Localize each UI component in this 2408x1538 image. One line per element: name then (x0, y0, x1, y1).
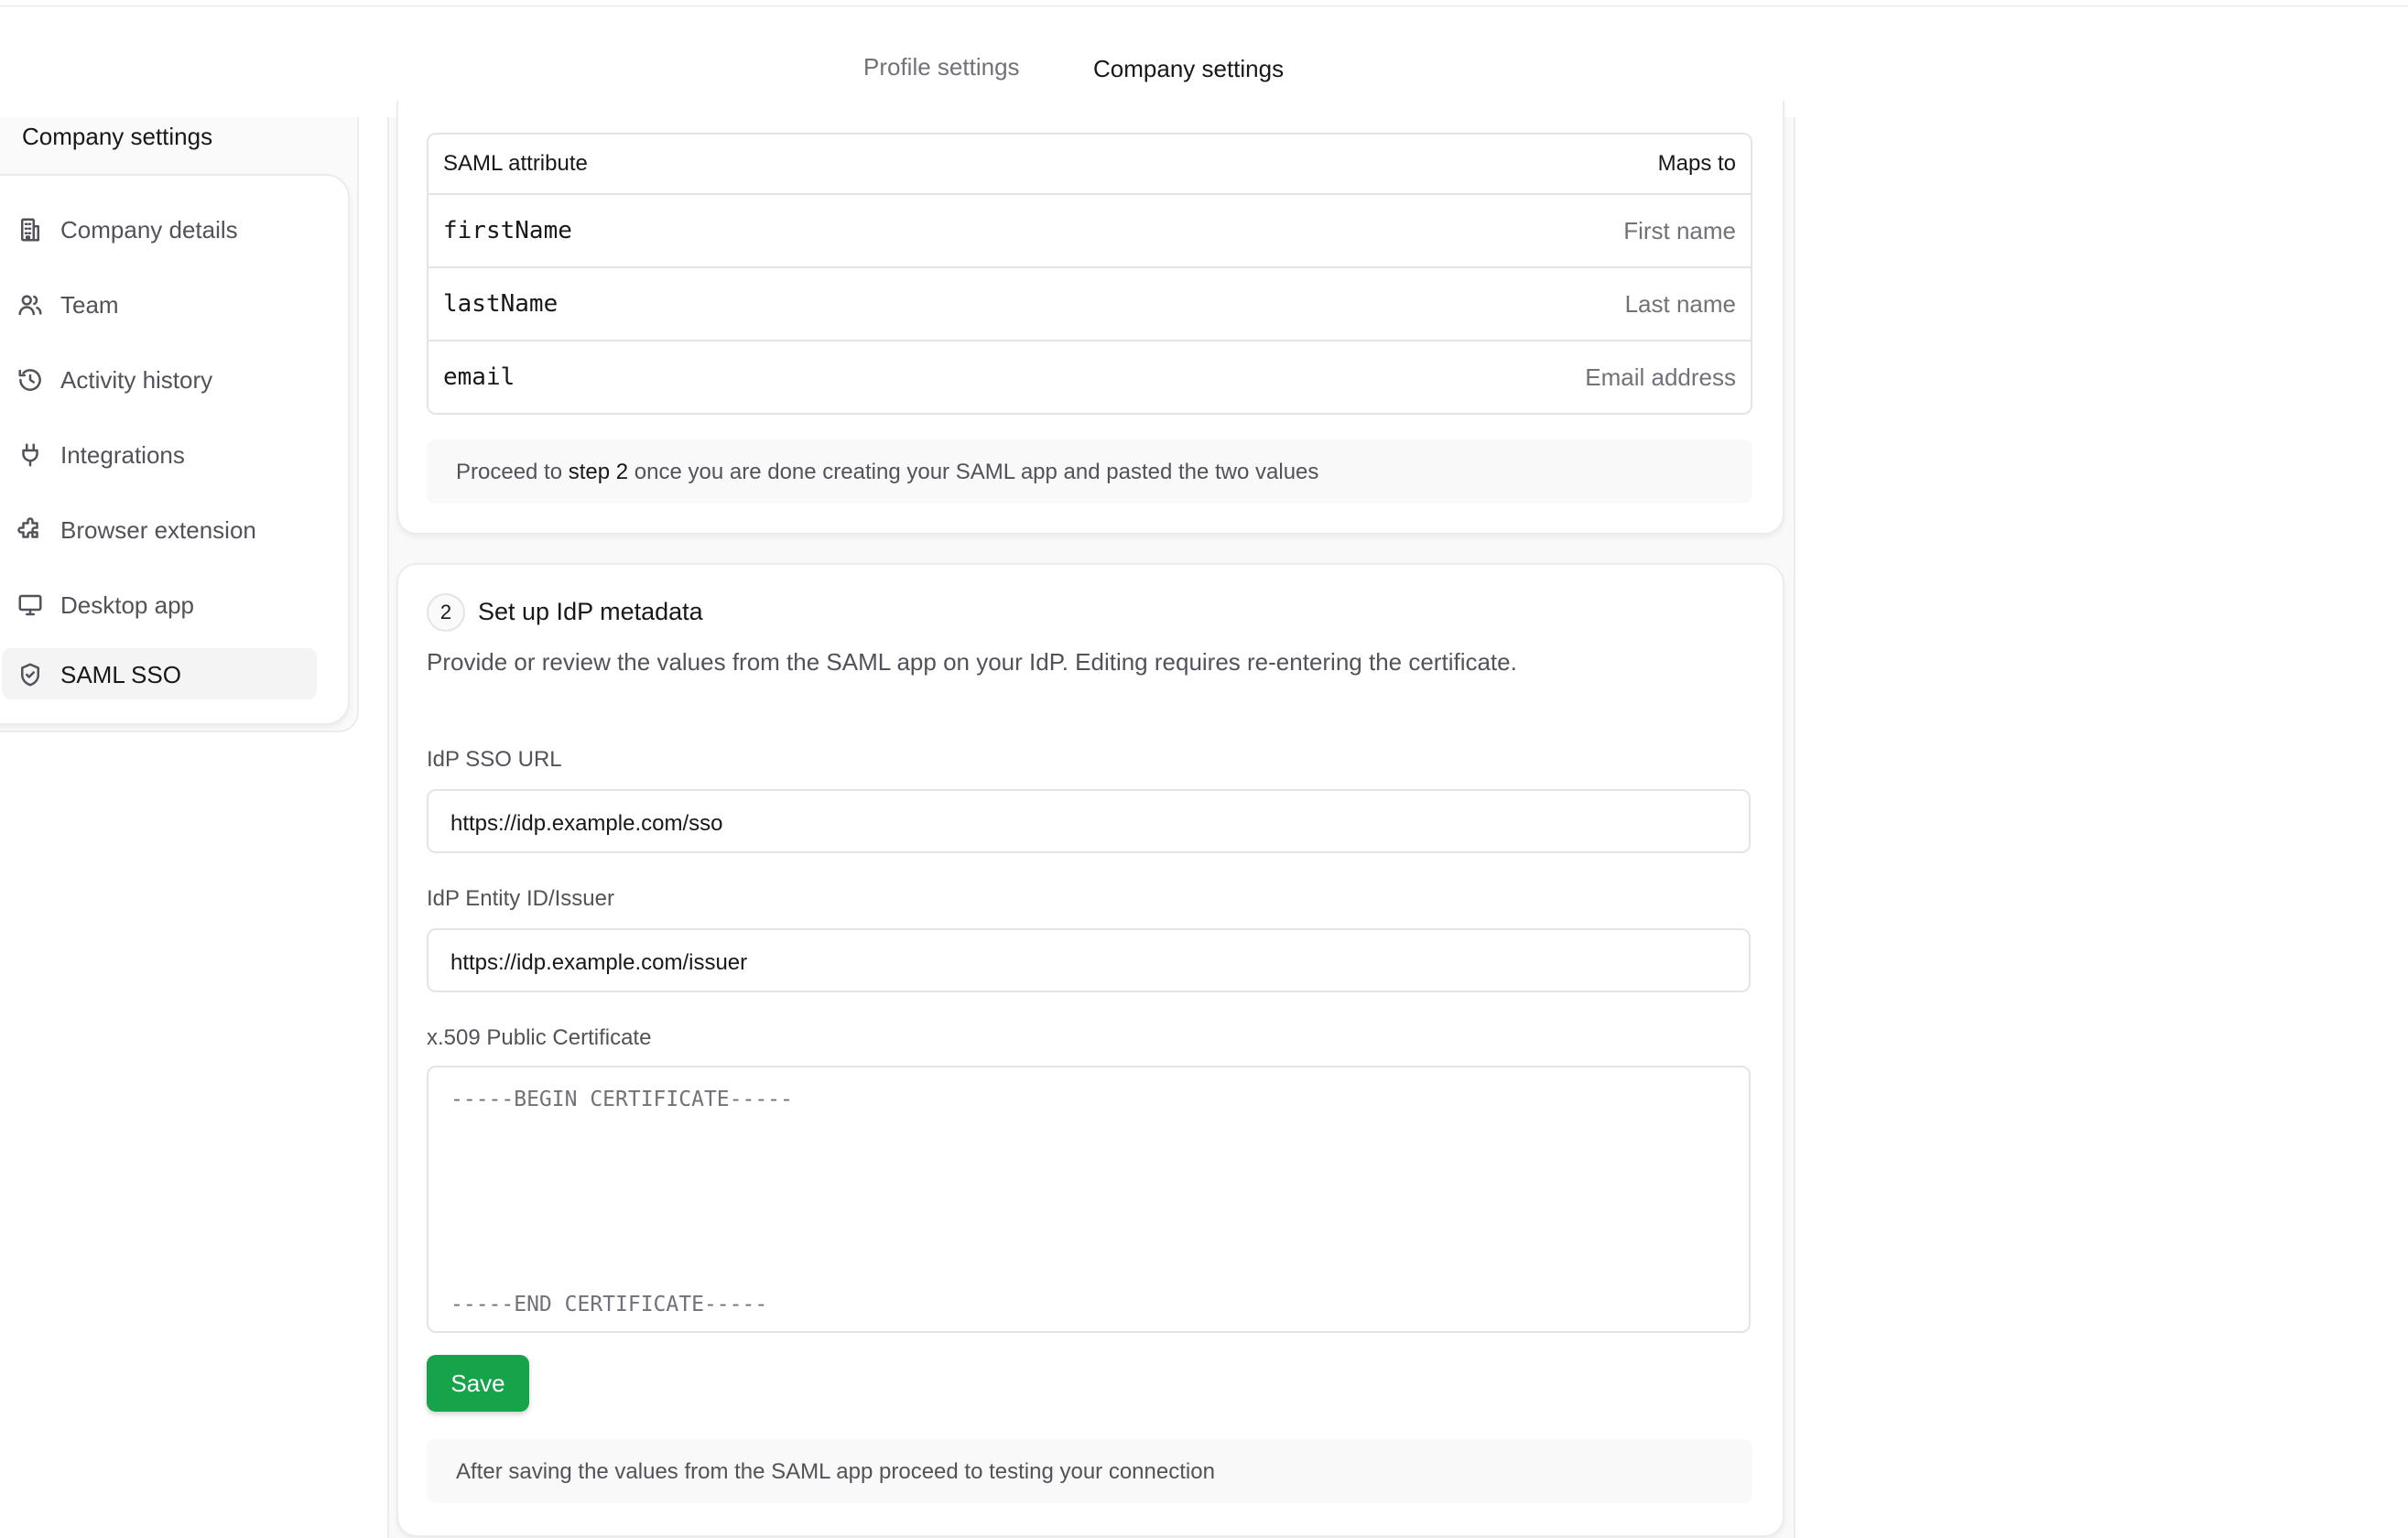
note-suffix: once you are done creating your SAML app… (628, 460, 1319, 484)
certificate-label: x.509 Public Certificate (427, 1025, 652, 1050)
sidebar-title: Company settings (22, 123, 213, 150)
sidebar-item-label: Activity history (60, 366, 213, 394)
certificate-end-line: -----END CERTIFICATE----- (450, 1293, 768, 1316)
maps-to-cell: First name (1078, 195, 1751, 268)
sidebar-item-label: Company details (60, 216, 238, 244)
table-row: lastName Last name (428, 268, 1751, 341)
table-row: firstName First name (428, 195, 1751, 268)
sidebar-item-label: SAML SSO (60, 661, 181, 688)
sso-url-value: https://idp.example.com/sso (450, 811, 723, 836)
column-header-maps-to: Maps to (1078, 135, 1751, 195)
note-prefix: Proceed to (456, 460, 569, 484)
saml-attribute-cell: email (443, 363, 515, 391)
sso-url-label: IdP SSO URL (427, 747, 562, 772)
users-icon (16, 291, 44, 319)
sso-url-input[interactable]: https://idp.example.com/sso (427, 789, 1751, 853)
sidebar-nav: Company details Team Activity history In… (0, 174, 350, 725)
sidebar-item-label: Integrations (60, 441, 185, 469)
puzzle-icon (16, 516, 44, 544)
entity-id-value: https://idp.example.com/issuer (450, 950, 748, 975)
maps-to-cell: Email address (1585, 363, 1736, 391)
monitor-icon (16, 591, 44, 619)
sidebar-item-company-details[interactable]: Company details (2, 203, 317, 255)
entity-id-label: IdP Entity ID/Issuer (427, 886, 614, 911)
building-icon (16, 216, 44, 244)
certificate-begin-line: -----BEGIN CERTIFICATE----- (450, 1088, 793, 1111)
saml-attribute-table: SAML attribute Maps to firstName First n… (427, 133, 1752, 415)
maps-to-cell: Last name (1078, 268, 1751, 341)
column-header-saml-attribute: SAML attribute (428, 135, 1079, 195)
entity-id-input[interactable]: https://idp.example.com/issuer (427, 928, 1751, 992)
table-row: email Email address (428, 341, 1751, 413)
tab-company-settings[interactable]: Company settings (1093, 55, 1284, 83)
note-step-link: step 2 (568, 460, 629, 484)
step-2-note-text: After saving the values from the SAML ap… (456, 1459, 1215, 1484)
step-description: Provide or review the values from the SA… (427, 648, 1517, 676)
sidebar-item-activity-history[interactable]: Activity history (2, 353, 317, 405)
sidebar-item-desktop-app[interactable]: Desktop app (2, 579, 317, 630)
settings-tabs: Profile settings Company settings (0, 0, 2408, 117)
sidebar-item-label: Browser extension (60, 516, 256, 544)
plug-icon (16, 441, 44, 469)
sidebar-item-saml-sso[interactable]: SAML SSO (2, 648, 317, 699)
certificate-textarea[interactable]: -----BEGIN CERTIFICATE----- -----END CER… (427, 1066, 1751, 1333)
sidebar-item-label: Desktop app (60, 591, 194, 619)
step-number-badge: 2 (427, 593, 465, 632)
step-2-note: After saving the values from the SAML ap… (427, 1439, 1752, 1503)
step-1-note: Proceed to step 2 once you are done crea… (427, 439, 1752, 504)
table-header-row: SAML attribute Maps to (428, 135, 1751, 195)
shield-check-icon (16, 661, 44, 688)
tab-profile-settings[interactable]: Profile settings (863, 53, 1020, 81)
step-title: Set up IdP metadata (478, 598, 703, 625)
save-button[interactable]: Save (427, 1355, 529, 1412)
sidebar-item-integrations[interactable]: Integrations (2, 428, 317, 480)
sidebar-item-label: Team (60, 291, 119, 319)
sidebar-item-browser-extension[interactable]: Browser extension (2, 504, 317, 555)
saml-attribute-cell: lastName (428, 268, 1079, 341)
history-icon (16, 366, 44, 394)
saml-attribute-cell: firstName (428, 195, 1079, 268)
sidebar-item-team[interactable]: Team (2, 278, 317, 330)
